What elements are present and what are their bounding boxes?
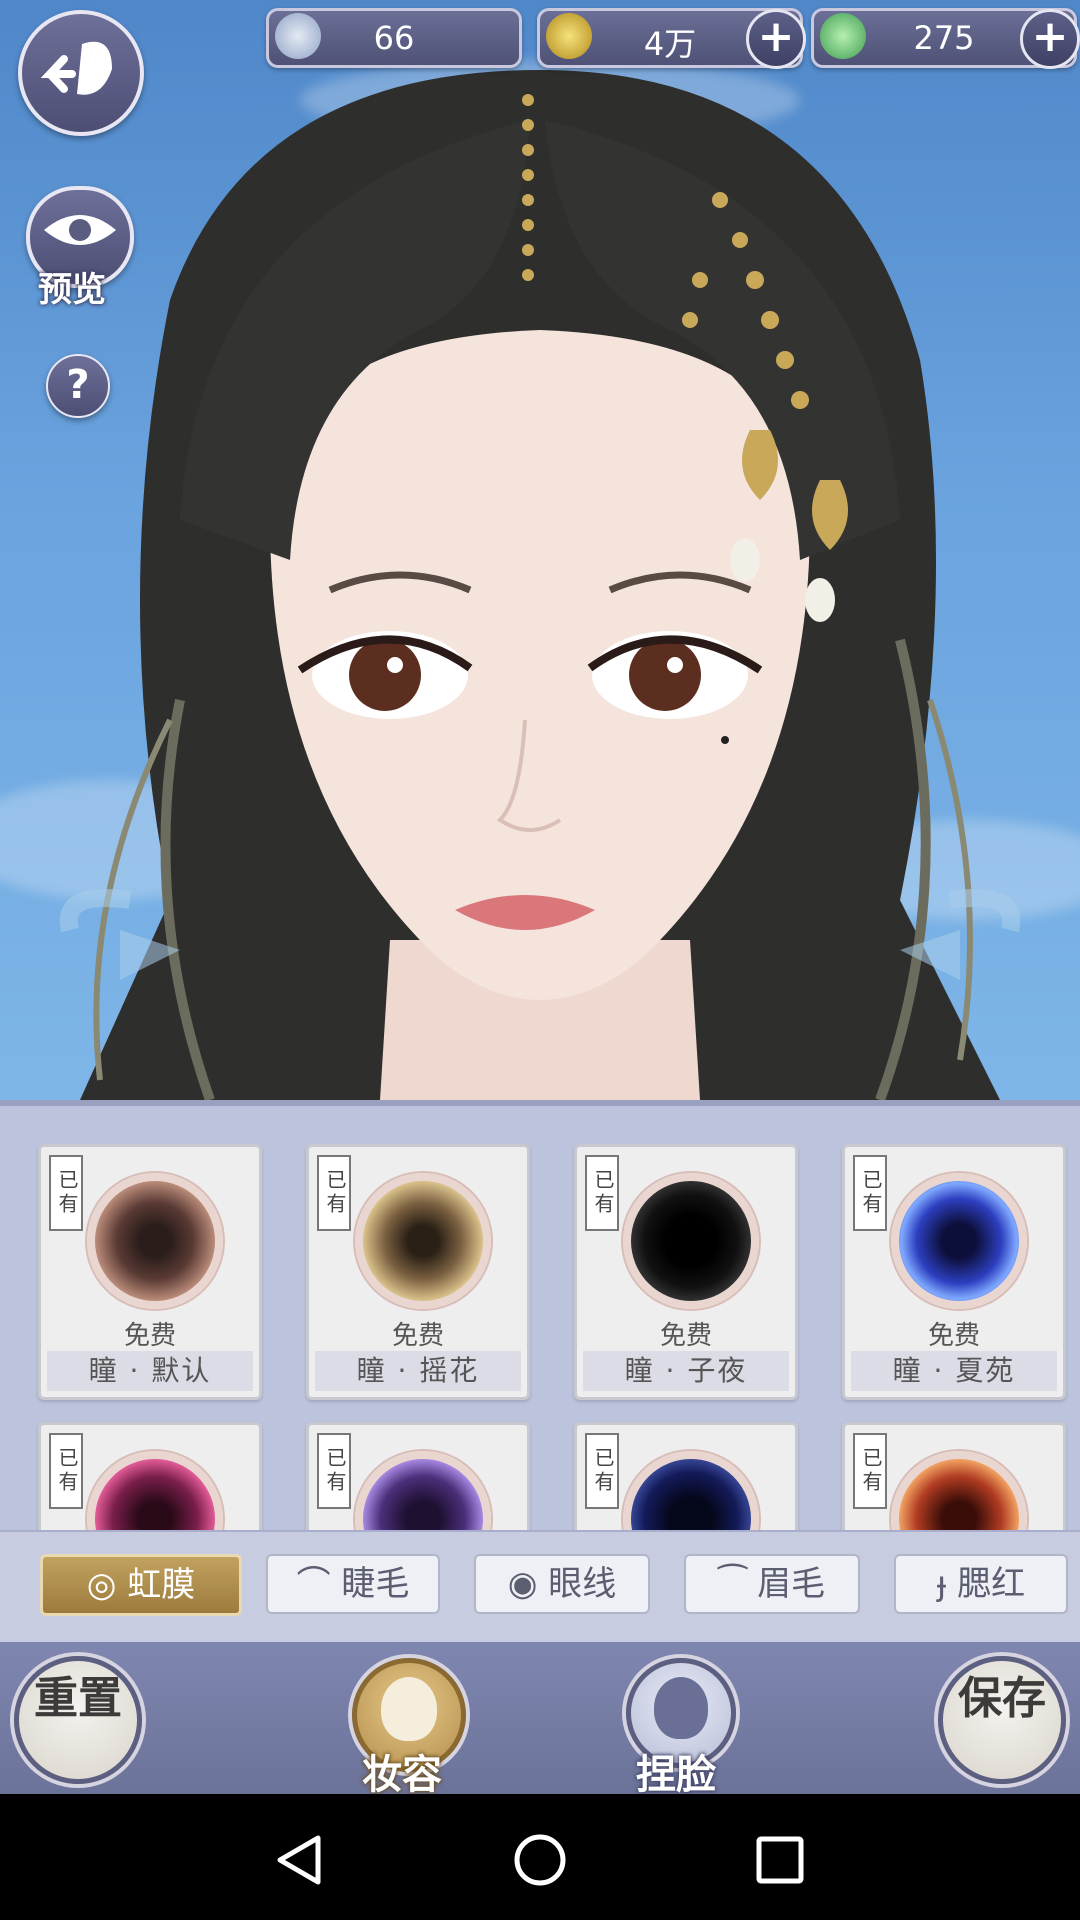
iris-card-default[interactable]: 已有 免费 瞳 · 默认 <box>38 1144 262 1400</box>
iris-card-xiayuan[interactable]: 已有 免费 瞳 · 夏苑 <box>842 1144 1066 1400</box>
save-button[interactable]: 保存 <box>938 1656 1066 1784</box>
iris-name: 瞳 · 摇花 <box>315 1351 521 1391</box>
iris-name: 瞳 · 子夜 <box>583 1351 789 1391</box>
iris-swatch <box>623 1173 759 1309</box>
blush-icon: ɟ <box>936 1564 958 1604</box>
iris-swatch <box>355 1451 491 1535</box>
character-model <box>59 70 1021 1100</box>
makeup-face-icon <box>381 1677 437 1741</box>
eyebrow-icon: ⁀ <box>718 1564 758 1604</box>
owned-tag: 已有 <box>49 1433 83 1509</box>
add-jade-button[interactable]: + <box>1020 9 1080 69</box>
owned-tag: 已有 <box>49 1155 83 1231</box>
jade-amount: 275 <box>913 19 975 57</box>
tab-eyebrow[interactable]: ⁀ 眉毛 <box>684 1554 860 1614</box>
add-gold-button[interactable]: + <box>746 9 806 69</box>
iris-card-6[interactable]: 已有 <box>306 1422 530 1538</box>
character-viewport[interactable] <box>0 0 1080 1100</box>
silver-leaf-coin-icon <box>275 13 321 59</box>
eye-icon <box>44 215 116 245</box>
system-nav-bar <box>0 1794 1080 1920</box>
currency-silver: 66 <box>266 8 522 68</box>
currency-jade: 275 + <box>811 8 1080 69</box>
reset-button[interactable]: 重置 <box>14 1656 142 1784</box>
price-label: 免费 <box>659 1321 712 1351</box>
iris-name: 瞳 · 默认 <box>47 1351 253 1391</box>
tab-eyeliner[interactable]: ◉ 眼线 <box>474 1554 650 1614</box>
iris-card-ziye[interactable]: 已有 免费 瞳 · 子夜 <box>574 1144 798 1400</box>
owned-tag: 已有 <box>585 1155 619 1231</box>
makeup-category-tabs: ◎ 虹膜 ⌒ 睫毛 ◉ 眼线 ⁀ 眉毛 ɟ 腮红 <box>0 1530 1080 1645</box>
owned-tag: 已有 <box>317 1433 351 1509</box>
silver-amount: 66 <box>373 19 415 57</box>
save-label: 保存 <box>958 1673 1046 1724</box>
tab-blush[interactable]: ɟ 腮红 <box>894 1554 1068 1614</box>
back-butterfly-icon <box>40 41 112 95</box>
iris-name: 瞳 · 夏苑 <box>851 1351 1057 1391</box>
iris-swatch <box>87 1451 223 1535</box>
gold-amount: 4万 <box>643 25 697 63</box>
owned-tag: 已有 <box>853 1155 887 1231</box>
iris-card-7[interactable]: 已有 <box>574 1422 798 1538</box>
owned-tag: 已有 <box>317 1155 351 1231</box>
home-circle-icon[interactable] <box>510 1830 570 1890</box>
price-label: 免费 <box>391 1321 444 1351</box>
face-sculpt-icon <box>654 1677 708 1739</box>
tab-iris[interactable]: ◎ 虹膜 <box>40 1554 242 1616</box>
iris-swatch <box>355 1173 491 1309</box>
recents-square-icon[interactable] <box>750 1830 810 1890</box>
price-label: 免费 <box>123 1321 176 1351</box>
help-icon: ? <box>66 362 90 408</box>
owned-tag: 已有 <box>585 1433 619 1509</box>
gold-coin-icon <box>546 13 592 59</box>
tab-eyelash[interactable]: ⌒ 睫毛 <box>266 1554 440 1614</box>
preview-label: 预览 <box>38 270 106 310</box>
help-button[interactable]: ? <box>46 354 110 418</box>
top-bar: 66 4万 + 275 + <box>0 0 1080 136</box>
iris-card-5[interactable]: 已有 <box>38 1422 262 1538</box>
price-label: 免费 <box>927 1321 980 1351</box>
iris-swatch <box>623 1451 759 1535</box>
reset-label: 重置 <box>34 1673 122 1724</box>
iris-panel[interactable]: 已有 免费 瞳 · 默认 已有 免费 瞳 · 摇花 已有 免费 瞳 · 子夜 已… <box>0 1100 1080 1538</box>
bottom-bar: 重置 妆容 捏脸 保存 <box>0 1642 1080 1798</box>
owned-tag: 已有 <box>853 1433 887 1509</box>
currency-gold: 4万 + <box>537 8 806 69</box>
face-sculpt-label: 捏脸 <box>636 1751 716 1798</box>
jade-coin-icon <box>820 13 866 59</box>
makeup-label: 妆容 <box>362 1751 442 1798</box>
iris-swatch <box>891 1451 1027 1535</box>
iris-card-yaohua[interactable]: 已有 免费 瞳 · 摇花 <box>306 1144 530 1400</box>
back-triangle-icon[interactable] <box>270 1830 330 1890</box>
eyelash-icon: ⌒ <box>296 1564 342 1604</box>
iris-swatch <box>891 1173 1027 1309</box>
iris-swatch <box>87 1173 223 1309</box>
iris-card-8[interactable]: 已有 <box>842 1422 1066 1538</box>
back-button[interactable] <box>18 10 144 136</box>
eye-icon: ◉ <box>507 1564 549 1604</box>
